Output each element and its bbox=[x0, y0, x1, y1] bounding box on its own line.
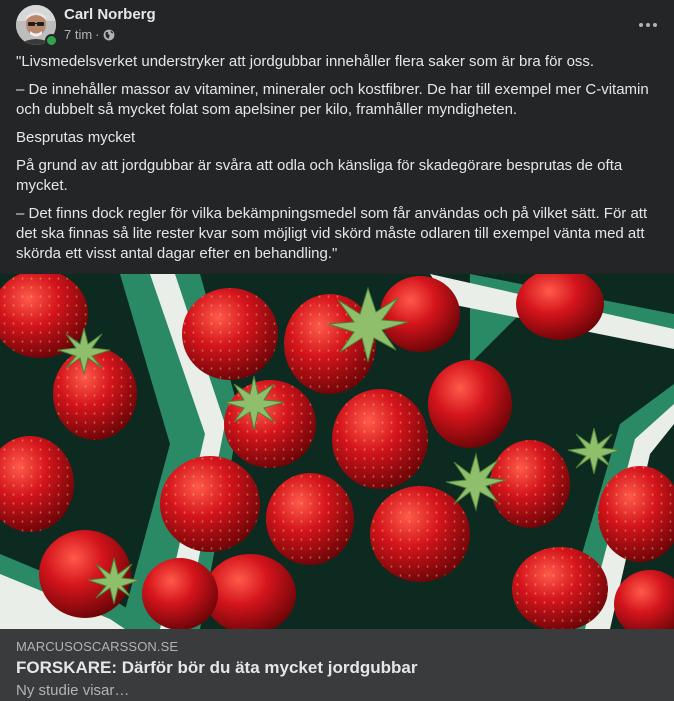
link-preview-card[interactable]: MARCUSOSCARSSON.SE FORSKARE: Därför bör … bbox=[0, 629, 674, 701]
link-title[interactable]: FORSKARE: Därför bör du äta mycket jordg… bbox=[16, 658, 417, 678]
post-meta: 7 tim · bbox=[64, 27, 115, 42]
feed-post: Carl Norberg 7 tim · "Livsmedelsverket u… bbox=[0, 0, 674, 701]
strawberries-photo[interactable] bbox=[0, 274, 674, 629]
link-domain: MARCUSOSCARSSON.SE bbox=[16, 639, 179, 654]
online-status-dot bbox=[45, 34, 58, 47]
post-timestamp[interactable]: 7 tim bbox=[64, 27, 92, 42]
post-text: "Livsmedelsverket understryker att jordg… bbox=[16, 52, 660, 272]
more-horizontal-icon bbox=[639, 23, 657, 27]
post-paragraph: – De innehåller massor av vitaminer, min… bbox=[16, 81, 649, 118]
post-paragraph: "Livsmedelsverket understryker att jordg… bbox=[16, 53, 595, 70]
globe-icon[interactable] bbox=[103, 29, 115, 41]
link-description: Ny studie visar… bbox=[16, 682, 130, 699]
post-paragraph: På grund av att jordgubbar är svåra att … bbox=[16, 157, 623, 194]
post-header: Carl Norberg 7 tim · bbox=[16, 5, 658, 47]
meta-separator: · bbox=[95, 27, 100, 42]
post-paragraph: – Det finns dock regler för vilka bekämp… bbox=[16, 205, 648, 262]
author-name[interactable]: Carl Norberg bbox=[64, 6, 156, 23]
post-paragraph: Besprutas mycket bbox=[16, 129, 136, 146]
post-options-button[interactable] bbox=[630, 7, 666, 43]
